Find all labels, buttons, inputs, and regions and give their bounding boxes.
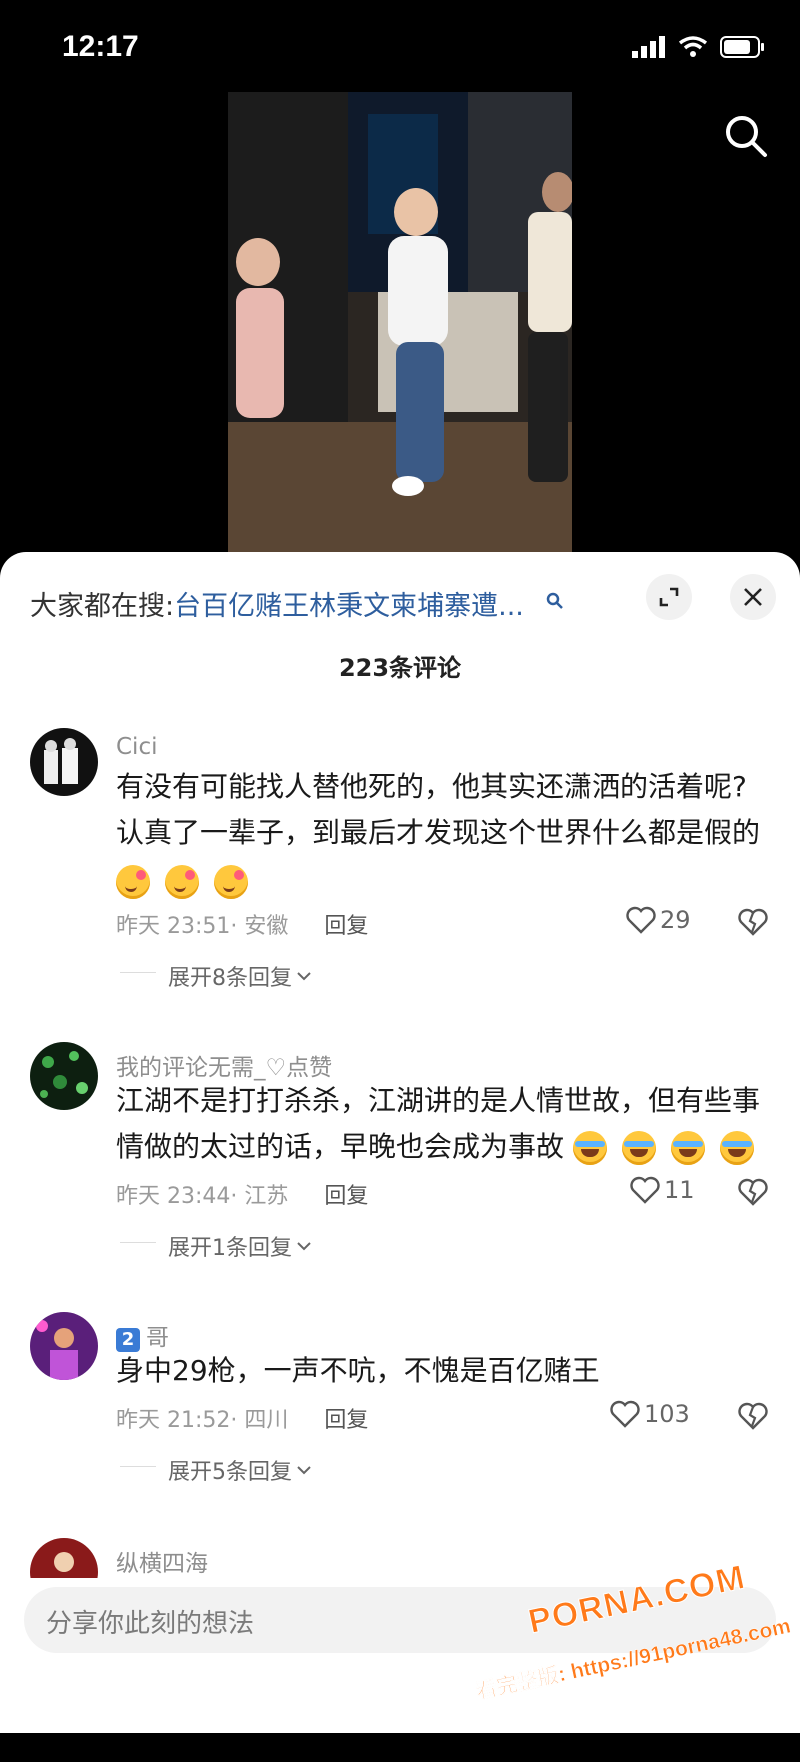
comment-text-line: 认真了一辈子，到最后才发现这个世界什么都是假的 (116, 816, 761, 849)
broken-heart-icon (738, 908, 768, 936)
comment-time: 昨天 23:51 (116, 914, 231, 939)
avatar[interactable] (30, 728, 98, 796)
dislike-button[interactable] (738, 908, 768, 936)
comment-input-placeholder: 分享你此刻的想法 (46, 1609, 255, 1639)
close-button[interactable] (730, 574, 776, 620)
wifi-icon (678, 36, 708, 57)
laugh-cry-emoji-icon (621, 1131, 656, 1165)
comment-location: · 四川 (230, 1408, 289, 1433)
comment-text: 有没有可能找人替他死的，他其实还潇洒的活着呢? 认真了一辈子，到最后才发现这个世… (116, 764, 776, 904)
video-player[interactable] (228, 92, 572, 552)
hot-search-bar[interactable]: 大家都在搜: 台百亿赌王林秉文柬埔寨遭... (30, 584, 564, 623)
laugh-cry-emoji-icon (719, 1131, 754, 1165)
like-button[interactable]: 103 (610, 1400, 690, 1428)
comment-text-line: 情做的太过的话，早晚也会成为事故 (116, 1130, 565, 1163)
kiss-emoji-icon (116, 865, 150, 899)
comment-meta: 昨天 21:52 · 四川 回复 (116, 1402, 368, 1434)
video-frame-image (228, 92, 572, 552)
emoji-row (116, 858, 776, 904)
dislike-button[interactable] (738, 1178, 768, 1206)
search-icon (726, 116, 767, 157)
status-bar: 12:17 (0, 0, 800, 100)
watermark-url-text: 看完整版: https://91porna48.com (474, 1614, 793, 1704)
comment-location: · 江苏 (230, 1184, 289, 1209)
avatar[interactable] (30, 1042, 98, 1110)
broken-heart-icon (738, 1402, 768, 1430)
like-button[interactable]: 11 (630, 1176, 695, 1204)
heart-icon (630, 1176, 660, 1204)
signal-icon (632, 36, 665, 58)
comment-meta: 昨天 23:44 · 江苏 回复 (116, 1178, 368, 1210)
comment-count: 223条评论 (338, 654, 462, 682)
comment-time: 昨天 21:52 (116, 1408, 231, 1433)
comment-username[interactable]: 2哥 (116, 1318, 169, 1352)
like-button[interactable]: 29 (626, 906, 691, 934)
comment-text-line-with-emoji: 情做的太过的话，早晚也会成为事故 (116, 1124, 776, 1170)
comment-time: 昨天 23:44 (116, 1184, 231, 1209)
kiss-emoji-icon (164, 865, 199, 899)
expand-replies-label: 展开1条回复 (168, 1236, 292, 1261)
close-icon (744, 588, 762, 606)
dislike-button[interactable] (738, 1402, 768, 1430)
chevron-down-icon (297, 1242, 311, 1251)
like-count: 103 (644, 1400, 690, 1428)
heart-icon (626, 906, 656, 934)
expand-button[interactable] (646, 574, 692, 620)
chevron-down-icon (297, 1466, 311, 1475)
status-icons (632, 36, 766, 58)
heart-icon (610, 1400, 640, 1428)
broken-heart-icon (738, 1178, 768, 1206)
small-search-icon[interactable] (546, 592, 564, 615)
laugh-cry-emoji-icon (670, 1131, 705, 1165)
reply-button[interactable]: 回复 (324, 1402, 368, 1434)
avatar[interactable] (30, 1312, 98, 1380)
like-count: 29 (660, 906, 691, 934)
expand-icon (659, 587, 679, 607)
hot-search-prefix: 大家都在搜: (30, 591, 175, 622)
expand-replies-label: 展开5条回复 (168, 1460, 292, 1485)
comment-text: 江湖不是打打杀杀，江湖讲的是人情世故，但有些事 情做的太过的话，早晚也会成为事故 (116, 1078, 776, 1170)
expand-replies-label: 展开8条回复 (168, 966, 292, 991)
battery-icon (720, 36, 764, 58)
expand-replies-button[interactable]: 展开8条回复 (120, 960, 312, 992)
chevron-down-icon (297, 972, 311, 981)
comment-location: · 安徽 (230, 914, 289, 939)
comment-text-line: 江湖不是打打杀杀，江湖讲的是人情世故，但有些事 (116, 1084, 761, 1117)
comment-username[interactable]: 纵横四海 (116, 1544, 208, 1578)
search-icon-button[interactable] (722, 112, 770, 160)
comment-meta: 昨天 23:51 · 安徽 回复 (116, 908, 368, 940)
reply-button[interactable]: 回复 (324, 1178, 368, 1210)
like-count: 11 (664, 1176, 695, 1204)
comment-text-line: 有没有可能找人替他死的，他其实还潇洒的活着呢? (116, 770, 747, 803)
avatar[interactable] (30, 1538, 98, 1578)
reply-button[interactable]: 回复 (324, 908, 368, 940)
expand-replies-button[interactable]: 展开1条回复 (120, 1230, 312, 1262)
laugh-cry-emoji-icon (572, 1131, 607, 1165)
kiss-emoji-icon (213, 865, 248, 899)
expand-replies-button[interactable]: 展开5条回复 (120, 1454, 312, 1486)
hot-search-query[interactable]: 台百亿赌王林秉文柬埔寨遭... (174, 584, 524, 623)
comment-text: 身中29枪，一声不吭，不愧是百亿赌王 (116, 1348, 776, 1394)
comment-text-line: 身中29枪，一声不吭，不愧是百亿赌王 (116, 1354, 600, 1387)
comment-username[interactable]: Cici (116, 734, 158, 760)
status-time: 12:17 (62, 30, 139, 63)
comment-username[interactable]: 我的评论无需_♡点赞 (116, 1048, 332, 1082)
